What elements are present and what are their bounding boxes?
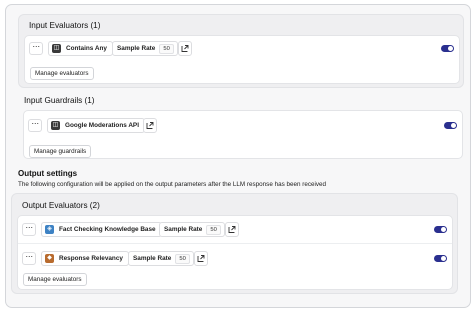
evaluator-row: ··· ◫ Contains Any Sample Rate 50: [25, 36, 459, 62]
knowledge-base-icon: ◈: [45, 225, 54, 234]
more-options-button[interactable]: ···: [22, 252, 36, 265]
open-external-button[interactable]: [178, 41, 192, 56]
external-link-icon: [146, 122, 154, 129]
sample-rate-value: 50: [175, 253, 190, 264]
evaluator-row: ··· ◈ Fact Checking Knowledge Base Sampl…: [18, 217, 452, 243]
evaluator-toggle[interactable]: [434, 226, 447, 233]
sample-rate-value: 50: [159, 43, 174, 54]
input-evaluators-card: ··· ◫ Contains Any Sample Rate 50 Manage…: [24, 35, 460, 84]
guardrail-icon: ◫: [51, 121, 60, 130]
external-link-icon: [181, 45, 189, 52]
open-external-button[interactable]: [194, 251, 208, 266]
sample-rate-label: Sample Rate: [117, 45, 156, 52]
external-link-icon: [228, 226, 236, 233]
row-divider: [18, 243, 452, 244]
manage-evaluators-button[interactable]: Manage evaluators: [30, 67, 94, 80]
manage-evaluators-button[interactable]: Manage evaluators: [23, 273, 87, 286]
external-link-icon: [197, 255, 205, 262]
output-settings-heading: Output settings: [18, 169, 78, 178]
open-external-button[interactable]: [225, 222, 239, 237]
sample-rate-value: 50: [206, 224, 221, 235]
evaluator-row: ··· ◆ Response Relevancy Sample Rate 50: [18, 246, 452, 272]
more-options-button[interactable]: ···: [22, 223, 36, 236]
output-evaluators-card: ··· ◈ Fact Checking Knowledge Base Sampl…: [17, 215, 453, 290]
guardrail-row: ··· ◫ Google Moderations API: [24, 113, 462, 139]
evaluator-toggle[interactable]: [434, 255, 447, 262]
sample-rate-label: Sample Rate: [164, 226, 203, 233]
sample-rate-chip[interactable]: Sample Rate 50: [128, 251, 194, 266]
more-options-button[interactable]: ···: [28, 119, 42, 132]
evaluator-name: Response Relevancy: [59, 255, 123, 262]
evaluator-name: Fact Checking Knowledge Base: [59, 226, 156, 233]
relevancy-icon: ◆: [45, 254, 54, 263]
input-evaluators-panel: Input Evaluators (1) ··· ◫ Contains Any …: [18, 14, 464, 88]
sample-rate-chip[interactable]: Sample Rate 50: [112, 41, 178, 56]
evaluator-chip[interactable]: ◈ Fact Checking Knowledge Base: [41, 222, 162, 237]
input-evaluators-title: Input Evaluators (1): [29, 21, 101, 30]
more-options-button[interactable]: ···: [29, 42, 43, 55]
guardrail-toggle[interactable]: [444, 122, 457, 129]
open-external-button[interactable]: [143, 118, 157, 133]
output-settings-description: The following configuration will be appl…: [18, 181, 327, 188]
guardrail-name: Google Moderations API: [65, 122, 139, 129]
input-guardrails-title: Input Guardrails (1): [24, 96, 95, 105]
manage-guardrails-button[interactable]: Manage guardrails: [29, 145, 92, 158]
output-evaluators-panel: Output Evaluators (2) ··· ◈ Fact Checkin…: [11, 193, 458, 294]
evaluator-chip[interactable]: ◫ Contains Any: [48, 41, 113, 56]
input-guardrails-card: ··· ◫ Google Moderations API Manage guar…: [23, 110, 463, 159]
evaluator-chip[interactable]: ◆ Response Relevancy: [41, 251, 129, 266]
guardrail-chip[interactable]: ◫ Google Moderations API: [47, 118, 145, 133]
sample-rate-label: Sample Rate: [133, 255, 172, 262]
settings-container: Input Evaluators (1) ··· ◫ Contains Any …: [5, 4, 471, 308]
evaluator-name: Contains Any: [66, 45, 107, 52]
output-evaluators-title: Output Evaluators (2): [22, 201, 100, 210]
evaluator-icon: ◫: [52, 44, 61, 53]
sample-rate-chip[interactable]: Sample Rate 50: [159, 222, 225, 237]
evaluator-toggle[interactable]: [441, 45, 454, 52]
